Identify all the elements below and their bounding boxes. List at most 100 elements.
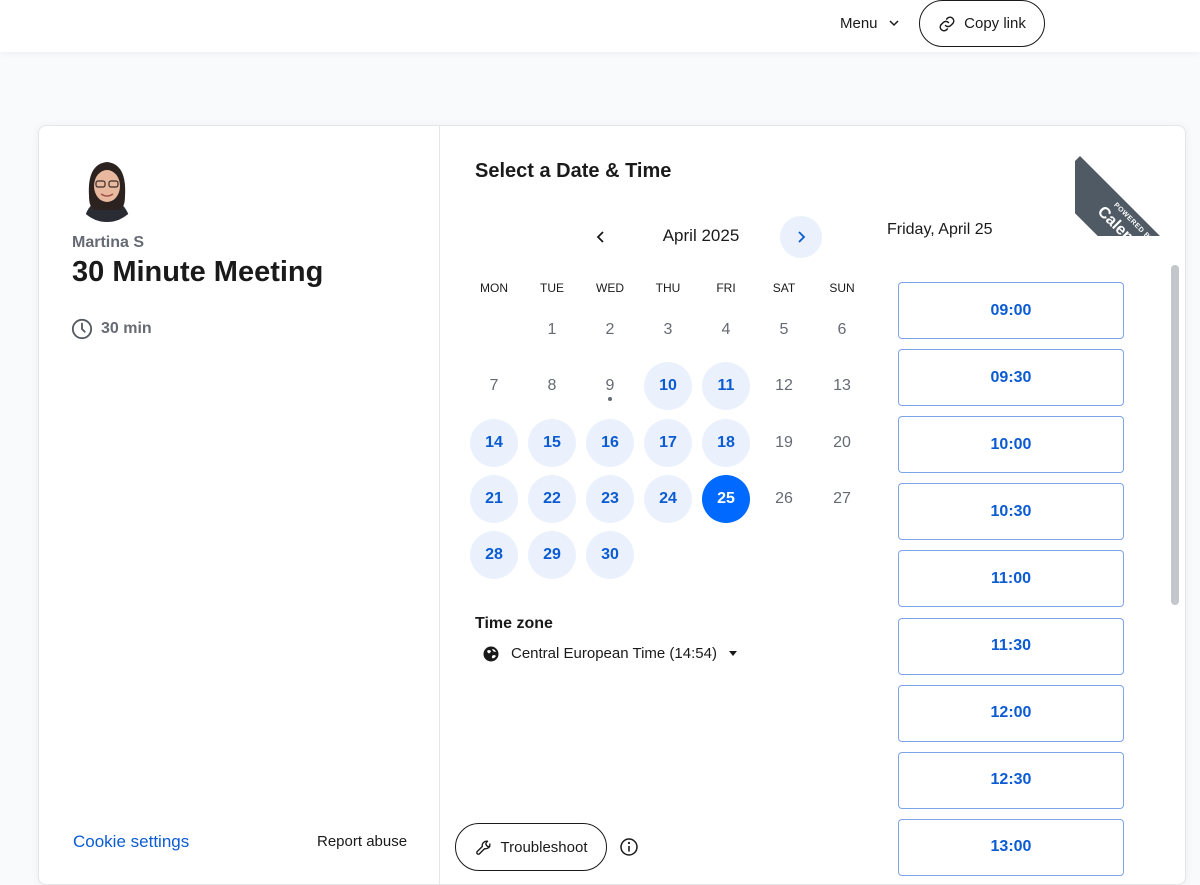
calendar-day-label: 5 xyxy=(779,321,789,338)
calendar-day-label: 9 xyxy=(605,377,615,395)
calendar-day[interactable]: 11 xyxy=(702,362,750,411)
calendar-day[interactable]: 16 xyxy=(586,418,634,467)
calendar-grid: 1 2 3 4 5 6 7 8 9 10 11 12 13 14 15 16 17 18 19 20 21 22 23 24 2… xyxy=(465,306,865,596)
weekday-label: SAT xyxy=(772,281,796,295)
report-abuse-link[interactable]: Report abuse xyxy=(317,833,407,850)
chevron-left-icon xyxy=(596,231,604,243)
menu-label: Menu xyxy=(840,14,878,32)
calendar-day-label: 26 xyxy=(775,489,793,507)
calendar-day: 4 xyxy=(702,306,750,354)
top-bar: Menu Copy link xyxy=(0,0,1200,52)
booking-card: Martina S 30 Minute Meeting 30 min Cooki… xyxy=(38,125,1186,885)
time-slot-button[interactable]: 13:00 xyxy=(898,818,1124,876)
calendar-day: 26 xyxy=(760,475,808,523)
calendar-day: 8 xyxy=(528,362,576,410)
today-indicator xyxy=(608,397,612,402)
calendar-day[interactable]: 17 xyxy=(644,418,692,467)
time-slot-button[interactable]: 09:30 xyxy=(898,349,1124,407)
clock-icon xyxy=(71,318,93,340)
calendar-day-label: 18 xyxy=(717,433,735,451)
calendar-day[interactable]: 29 xyxy=(528,531,576,580)
avatar xyxy=(75,158,139,222)
calendar-day-label: 20 xyxy=(833,433,851,451)
calendar-day-label: 11 xyxy=(717,377,735,395)
calendar-day-label: 13 xyxy=(833,377,851,395)
calendar-day[interactable]: 25 xyxy=(702,474,750,523)
time-slot-button[interactable]: 11:30 xyxy=(898,617,1124,675)
calendar-day[interactable]: 30 xyxy=(586,531,634,580)
timezone-select[interactable]: Central European Time (14:54) xyxy=(483,645,737,662)
month-navigation: April 2025 xyxy=(475,216,875,258)
calendar-day: 12 xyxy=(760,362,808,410)
calendar-day-label: 8 xyxy=(547,377,557,395)
calendar-day[interactable]: 23 xyxy=(586,474,634,523)
next-month-button[interactable] xyxy=(780,216,822,258)
weekday-label: WED xyxy=(596,281,624,295)
calendar-day[interactable]: 18 xyxy=(702,418,750,467)
troubleshoot-button[interactable]: Troubleshoot xyxy=(455,823,607,871)
cookie-settings-link[interactable]: Cookie settings xyxy=(73,832,189,852)
calendar-day-label: 16 xyxy=(601,433,619,451)
calendar-day-label: 21 xyxy=(485,489,503,507)
troubleshoot-label: Troubleshoot xyxy=(500,838,588,856)
calendar-day-label: 24 xyxy=(659,489,677,507)
calendar-day: 19 xyxy=(760,419,808,467)
month-label: April 2025 xyxy=(662,226,740,245)
calendar-day-label: 10 xyxy=(659,377,677,395)
time-slot-button[interactable]: 12:30 xyxy=(898,751,1124,809)
weekday-label: TUE xyxy=(540,281,564,295)
time-slot-button[interactable]: 10:00 xyxy=(898,416,1124,474)
timezone-heading: Time zone xyxy=(475,615,553,632)
calendar-day-label: 28 xyxy=(485,546,503,564)
calendar-day[interactable]: 22 xyxy=(528,474,576,523)
calendar-day-label: 14 xyxy=(485,433,503,451)
event-title: 30 Minute Meeting xyxy=(72,256,324,288)
page-title: Select a Date & Time xyxy=(475,160,672,182)
calendar-day-label: 15 xyxy=(543,433,561,451)
timezone-value: Central European Time (14:54) xyxy=(511,645,717,662)
duration-label: 30 min xyxy=(101,320,152,337)
calendar-day[interactable]: 10 xyxy=(644,362,692,411)
calendar-day-label: 7 xyxy=(489,377,499,395)
calendar-day[interactable]: 21 xyxy=(470,474,518,523)
calendar-day[interactable]: 28 xyxy=(470,531,518,580)
calendar-day: 9 xyxy=(586,362,634,410)
powered-by-ribbon[interactable]: POWERED BY Calendly xyxy=(1075,126,1185,236)
event-details-panel: Martina S 30 Minute Meeting 30 min Cooki… xyxy=(39,126,440,884)
calendar-day-label: 25 xyxy=(717,489,735,507)
globe-icon xyxy=(483,646,499,661)
time-slot-button[interactable]: 09:00 xyxy=(898,282,1124,339)
duration-info: 30 min xyxy=(71,318,152,340)
time-slot-button[interactable]: 10:30 xyxy=(898,483,1124,541)
calendar-day: 7 xyxy=(470,362,518,410)
calendar-day: 6 xyxy=(818,306,866,354)
calendar-day-label: 29 xyxy=(543,546,561,564)
menu-button[interactable]: Menu xyxy=(840,12,900,34)
calendar-day[interactable]: 14 xyxy=(470,418,518,467)
calendar-day-label: 12 xyxy=(775,377,793,395)
chevron-right-icon xyxy=(798,231,806,243)
selected-date-label: Friday, April 25 xyxy=(887,221,993,238)
calendar-day-label: 19 xyxy=(775,433,793,451)
host-name: Martina S xyxy=(72,234,145,251)
calendar-day-label: 1 xyxy=(547,321,557,338)
previous-month-button[interactable] xyxy=(580,216,622,258)
calendar-day-label: 3 xyxy=(663,321,673,338)
calendar-day: 1 xyxy=(528,306,576,354)
calendar-day: 5 xyxy=(760,306,808,354)
caret-down-icon xyxy=(728,650,737,656)
scrollbar-thumb[interactable] xyxy=(1171,265,1179,605)
copy-link-button[interactable]: Copy link xyxy=(919,0,1045,47)
calendar-day-label: 23 xyxy=(601,489,619,507)
calendar-day[interactable]: 24 xyxy=(644,474,692,523)
weekday-label: SUN xyxy=(829,281,855,295)
weekday-header: MON TUE WED THU FRI SAT SUN xyxy=(465,281,865,297)
calendar-day[interactable]: 15 xyxy=(528,418,576,467)
calendar-day-label: 6 xyxy=(837,321,847,338)
weekday-label: THU xyxy=(655,281,681,295)
time-slot-button[interactable]: 12:00 xyxy=(898,684,1124,742)
time-slot-button[interactable]: 11:00 xyxy=(898,550,1124,608)
weekday-label: FRI xyxy=(716,281,736,295)
info-icon[interactable] xyxy=(619,837,639,857)
ribbon-band: POWERED BY Calendly xyxy=(1075,156,1185,236)
